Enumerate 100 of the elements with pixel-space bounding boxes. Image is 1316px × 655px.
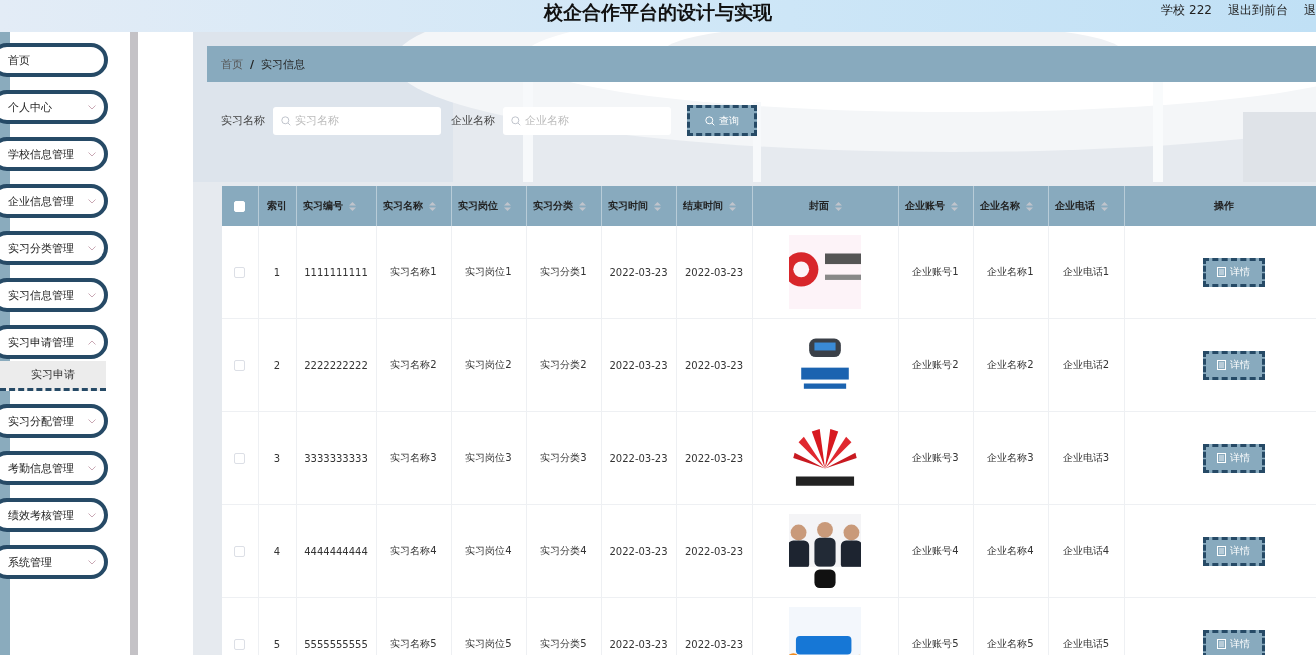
select-all-checkbox[interactable] — [234, 200, 246, 212]
search-icon — [511, 115, 521, 126]
sort-icon[interactable] — [428, 201, 436, 211]
table-cell: 实习岗位1 — [465, 266, 512, 277]
column-header: 实习分类 — [532, 199, 573, 213]
table-cell: 企业名称3 — [987, 452, 1034, 463]
table-header-cell[interactable]: 企业电话 — [1048, 186, 1124, 226]
table-cell: 实习岗位5 — [465, 638, 512, 649]
column-header: 实习编号 — [302, 199, 343, 213]
column-header: 企业名称 — [979, 199, 1020, 213]
table-cell: 实习分类5 — [540, 638, 587, 649]
sidebar-menu-item[interactable]: 企业信息管理 — [0, 184, 108, 218]
table-cell: 2022-03-23 — [609, 545, 668, 557]
column-header: 企业账号 — [904, 199, 945, 213]
sidebar-menu-item[interactable]: 考勤信息管理 — [0, 451, 108, 485]
column-header: 封面 — [808, 199, 829, 213]
table-cell: 2022-03-23 — [609, 359, 668, 371]
column-header: 结束时间 — [682, 199, 723, 213]
header-link[interactable]: 退出到前台 — [1228, 1, 1288, 19]
table-cell: 4444444444 — [304, 545, 368, 557]
sidebar-menu-item[interactable]: 实习分配管理 — [0, 404, 108, 438]
column-header: 实习岗位 — [457, 199, 498, 213]
table-cell: 实习名称4 — [390, 545, 437, 556]
table-cell: 实习名称2 — [390, 359, 437, 370]
breadcrumb-separator: / — [250, 57, 255, 71]
table-header-cell[interactable]: 实习时间 — [601, 186, 676, 226]
document-icon — [1217, 639, 1226, 649]
table-header-cell[interactable]: 封面 — [752, 186, 898, 226]
table-cell: 企业电话2 — [1062, 359, 1110, 370]
sidebar-menu-item[interactable]: 系统管理 — [0, 545, 108, 579]
table-cell: 企业账号5 — [912, 638, 959, 649]
table-cell: 2 — [273, 359, 281, 371]
sidebar-menu-item[interactable]: 绩效考核管理 — [0, 498, 108, 532]
sort-icon[interactable] — [728, 201, 736, 211]
table-header-cell[interactable]: 企业账号 — [898, 186, 973, 226]
document-icon — [1217, 267, 1226, 277]
column-header: 实习时间 — [607, 199, 648, 213]
table-cell: 企业名称5 — [987, 638, 1034, 649]
table-cell: 2022-03-23 — [609, 452, 668, 464]
sort-icon[interactable] — [348, 201, 356, 211]
table-cell: 实习名称3 — [390, 452, 437, 463]
table-cell: 企业名称1 — [987, 266, 1034, 277]
table-cell: 2022-03-23 — [684, 452, 744, 464]
sidebar-menu-item[interactable]: 首页 — [0, 43, 108, 77]
document-icon — [1217, 453, 1226, 463]
search-field[interactable]: 实习名称 — [273, 106, 441, 135]
search-icon — [281, 115, 291, 126]
table-header-cell[interactable]: 企业名称 — [973, 186, 1048, 226]
sort-icon[interactable] — [1100, 201, 1108, 211]
sort-icon[interactable] — [578, 201, 586, 211]
table-cell: 企业账号4 — [912, 545, 959, 556]
table-cell: 1111111111 — [304, 266, 368, 278]
table-cell: 实习岗位2 — [465, 359, 512, 370]
sidebar-menu-item[interactable]: 实习申请管理 — [0, 325, 108, 359]
row-checkbox[interactable] — [234, 359, 246, 371]
table-cell: 实习分类1 — [540, 266, 587, 277]
sidebar-menu-item[interactable]: 实习信息管理 — [0, 278, 108, 312]
table-header-cell[interactable]: 操作 — [1124, 186, 1316, 226]
sort-icon[interactable] — [834, 201, 842, 211]
table-header-cell[interactable]: 实习分类 — [526, 186, 601, 226]
sidebar-menu-item[interactable]: 学校信息管理 — [0, 137, 108, 171]
table-header-cell[interactable]: 结束时间 — [676, 186, 752, 226]
table-cell: 企业名称2 — [987, 359, 1034, 370]
sort-icon[interactable] — [1025, 201, 1033, 211]
sort-icon[interactable] — [503, 201, 511, 211]
sidebar-menu-item[interactable]: 实习分类管理 — [0, 231, 108, 265]
row-checkbox[interactable] — [234, 638, 246, 650]
table-cell: 企业电话5 — [1062, 638, 1110, 649]
table-cell: 实习岗位3 — [465, 452, 512, 463]
table-cell: 2022-03-23 — [684, 545, 744, 557]
sort-icon[interactable] — [653, 201, 661, 211]
sort-icon[interactable] — [950, 201, 958, 211]
document-icon — [1217, 360, 1226, 370]
header-link[interactable]: 退 — [1304, 1, 1316, 19]
table-cell: 2222222222 — [304, 359, 368, 371]
table-cell: 实习分类4 — [540, 545, 587, 556]
table-cell: 企业账号2 — [912, 359, 959, 370]
table-header-cell[interactable]: 实习编号 — [296, 186, 376, 226]
row-checkbox[interactable] — [234, 452, 246, 464]
sidebar-menu-item[interactable]: 个人中心 — [0, 90, 108, 124]
table-cell: 实习分类3 — [540, 452, 587, 463]
page-title: 校企合作平台的设计与实现 — [544, 1, 772, 23]
row-checkbox[interactable] — [234, 266, 246, 278]
table-cell: 企业电话4 — [1062, 545, 1110, 556]
table-cell: 企业电话3 — [1062, 452, 1110, 463]
table-header-cell[interactable]: 实习岗位 — [451, 186, 526, 226]
table-cell: 实习名称5 — [390, 638, 437, 649]
table-cell: 企业账号1 — [912, 266, 959, 277]
table-cell: 实习岗位4 — [465, 545, 512, 556]
table-cell: 3333333333 — [304, 452, 368, 464]
document-icon — [1217, 546, 1226, 556]
row-checkbox[interactable] — [234, 545, 246, 557]
table-cell: 实习名称1 — [390, 266, 437, 277]
header-link[interactable]: 学校 222 — [1161, 1, 1212, 19]
table-cell: 2022-03-23 — [684, 359, 744, 371]
table-header-cell[interactable]: 索引 — [258, 186, 296, 226]
submenu-item[interactable]: 实习申请 — [0, 361, 106, 391]
table-cell: 企业账号3 — [912, 452, 959, 463]
table-header-cell[interactable]: 实习名称 — [376, 186, 451, 226]
breadcrumb-link[interactable]: 实习信息 — [261, 56, 306, 72]
